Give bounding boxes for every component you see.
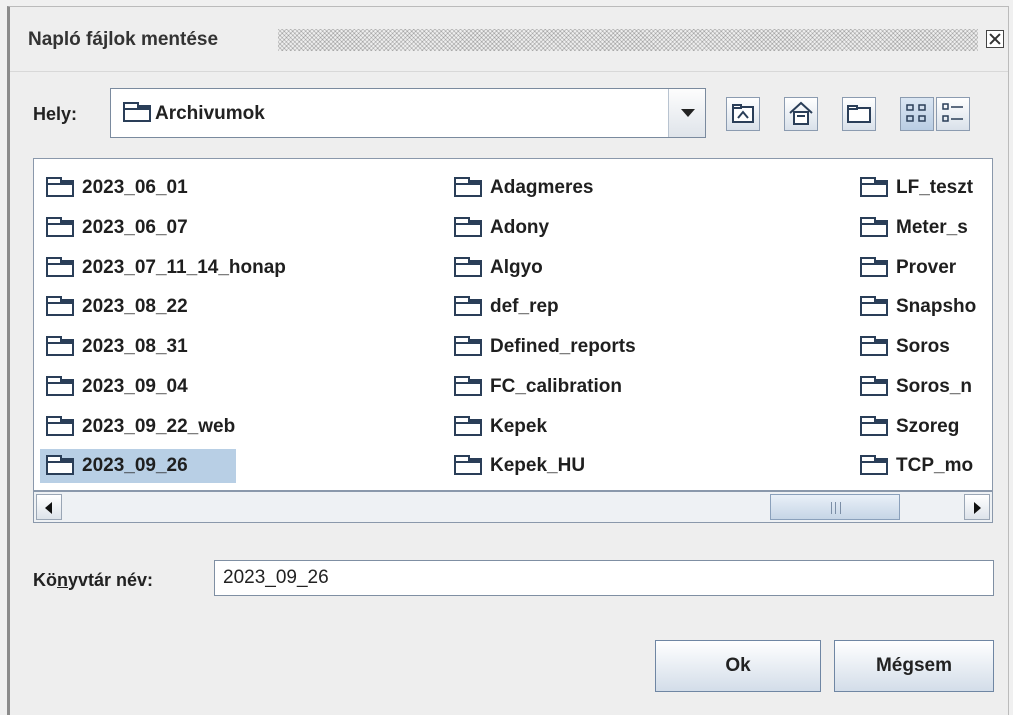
cancel-button[interactable]: Mégsem <box>834 640 994 692</box>
list-item-folder[interactable]: Algyo <box>448 251 708 283</box>
list-item-folder[interactable]: Soros <box>854 330 992 362</box>
list-item-folder[interactable]: LF_teszt <box>854 171 992 203</box>
scrollbar-thumb[interactable] <box>770 494 900 520</box>
list-item-folder[interactable]: Adony <box>448 211 708 243</box>
folder-icon <box>46 376 74 396</box>
file-list[interactable]: 2023_06_01 2023_06_07 2023_07_11_14_hona… <box>33 158 993 491</box>
folder-icon <box>454 455 482 475</box>
folder-icon <box>46 455 74 475</box>
list-item-folder[interactable]: 2023_06_07 <box>40 211 240 243</box>
location-combobox[interactable]: Archivumok <box>110 88 706 138</box>
folder-icon <box>860 455 888 475</box>
scroll-right-icon[interactable] <box>964 494 990 520</box>
folder-name-input[interactable] <box>214 560 994 596</box>
list-item-folder[interactable]: 2023_08_22 <box>40 290 240 322</box>
up-one-level-button[interactable] <box>726 97 760 131</box>
folder-icon <box>860 376 888 396</box>
new-folder-button[interactable] <box>842 97 876 131</box>
list-item-folder[interactable]: Kepek <box>448 410 708 442</box>
folder-icon <box>46 217 74 237</box>
location-label: Hely: <box>33 104 78 124</box>
list-item-folder[interactable]: Defined_reports <box>448 330 708 362</box>
list-item-folder[interactable]: Soros_n <box>854 370 992 402</box>
folder-icon <box>454 217 482 237</box>
details-view-button[interactable] <box>936 97 970 131</box>
folder-icon <box>454 177 482 197</box>
list-item-folder[interactable]: FC_calibration <box>448 370 708 402</box>
folder-icon <box>860 416 888 436</box>
close-icon[interactable] <box>986 30 1004 48</box>
title-bar-grip <box>278 29 978 51</box>
details-view-icon <box>942 103 963 122</box>
folder-icon <box>454 336 482 356</box>
ok-button[interactable]: Ok <box>655 640 821 692</box>
list-item-folder[interactable]: Szoreg <box>854 410 992 442</box>
folder-icon <box>46 416 74 436</box>
folder-name-label: Könyvtár név: <box>33 570 154 590</box>
folder-icon <box>454 257 482 277</box>
list-item-folder[interactable]: def_rep <box>448 290 708 322</box>
list-item-folder[interactable]: 2023_09_04 <box>40 370 240 402</box>
list-item-folder[interactable]: Adagmeres <box>448 171 708 203</box>
folder-icon <box>860 217 888 237</box>
folder-icon <box>860 296 888 316</box>
title-bar[interactable]: Napló fájlok mentése <box>10 7 1008 72</box>
home-button[interactable] <box>784 97 818 131</box>
list-item-folder[interactable]: TCP_mo <box>854 449 992 481</box>
list-item-folder[interactable]: 2023_06_01 <box>40 171 240 203</box>
folder-icon <box>860 177 888 197</box>
home-icon <box>789 101 813 125</box>
folder-icon <box>860 336 888 356</box>
dialog-title: Napló fájlok mentése <box>28 29 219 50</box>
up-folder-icon <box>732 104 754 123</box>
list-item-folder-selected[interactable]: 2023_09_26 <box>40 449 236 483</box>
scroll-left-icon[interactable] <box>36 494 62 520</box>
folder-icon <box>454 376 482 396</box>
folder-icon <box>46 296 74 316</box>
list-view-icon <box>906 104 926 122</box>
folder-icon <box>46 257 74 277</box>
list-item-folder[interactable]: 2023_07_11_14_honap <box>40 251 370 283</box>
chevron-down-icon[interactable] <box>668 89 705 137</box>
folder-icon <box>46 177 74 197</box>
folder-icon <box>454 296 482 316</box>
folder-icon <box>123 102 151 122</box>
folder-icon <box>46 336 74 356</box>
list-item-folder[interactable]: Prover <box>854 251 992 283</box>
list-item-folder[interactable]: 2023_08_31 <box>40 330 240 362</box>
folder-icon <box>454 416 482 436</box>
list-item-folder[interactable]: 2023_09_22_web <box>40 410 300 442</box>
list-item-folder[interactable]: Kepek_HU <box>448 449 708 481</box>
horizontal-scrollbar[interactable] <box>33 491 993 523</box>
list-item-folder[interactable]: Meter_s <box>854 211 992 243</box>
list-view-button[interactable] <box>900 97 934 131</box>
new-folder-icon <box>847 105 871 123</box>
folder-icon <box>860 257 888 277</box>
location-value: Archivumok <box>155 103 265 124</box>
grip-icon <box>831 502 841 514</box>
list-item-folder[interactable]: Snapsho <box>854 290 992 322</box>
